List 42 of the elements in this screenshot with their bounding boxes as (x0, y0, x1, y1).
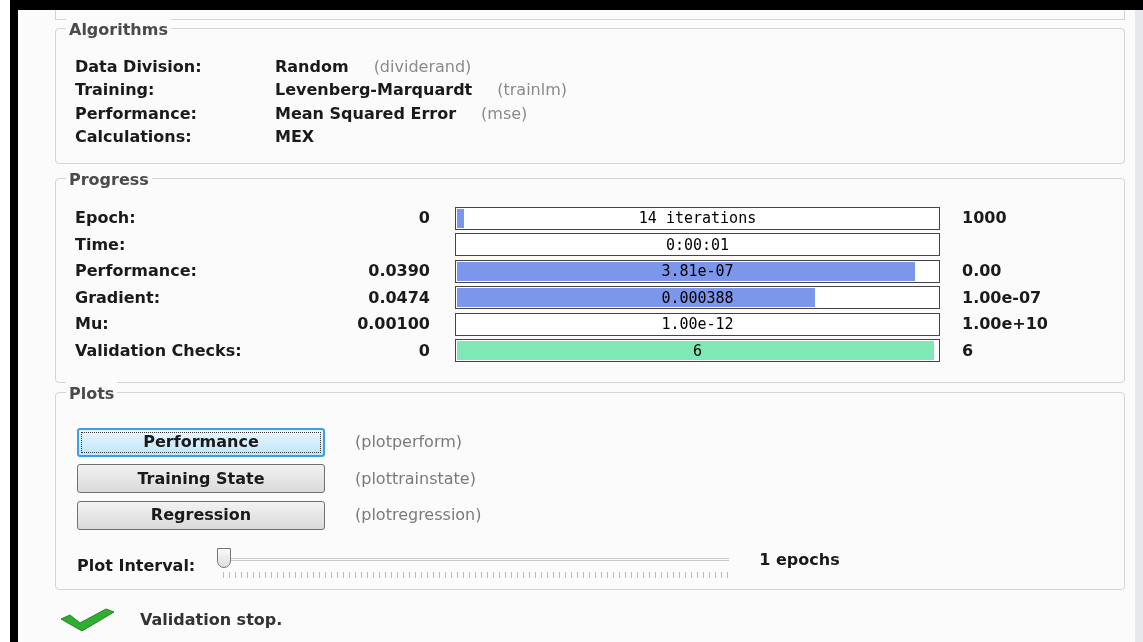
plot-note: (plotregression) (355, 504, 482, 527)
start-value: 0 (417, 339, 430, 362)
field-note: (trainlm) (497, 79, 567, 102)
field-label: Training: (75, 79, 156, 102)
progress-label: Performance: (75, 260, 198, 283)
field-value: Levenberg-Marquardt (275, 79, 473, 102)
start-value: 0.0474 (367, 286, 430, 309)
slider-thumb[interactable] (217, 547, 232, 568)
field-label: Data Division: (75, 55, 203, 78)
progress-label: Validation Checks: (75, 339, 243, 362)
start-value: 0.0390 (367, 260, 430, 283)
progress-reading: 14 iterations (638, 208, 757, 229)
field-value: MEX (275, 126, 315, 149)
plot-note: (plottrainstate) (355, 467, 476, 490)
interval-reading: 1 epochs (759, 548, 840, 571)
progress-reading: 3.81e-07 (661, 261, 734, 282)
progress-reading: 6 (693, 340, 702, 362)
checkmark-icon (60, 608, 115, 632)
plot-button[interactable]: Performance (77, 427, 325, 457)
plot-button[interactable]: Training State (77, 464, 325, 494)
progress-reading: 0.000388 (661, 287, 734, 309)
status-message: Validation stop. (140, 609, 283, 631)
end-value: 1.00e-07 (962, 286, 1042, 309)
field-note: (mse) (481, 102, 528, 125)
start-value: 0.00100 (356, 313, 430, 336)
progress-label: Time: (75, 233, 127, 256)
field-note: (dividerand) (373, 55, 472, 78)
progress-label: Gradient: (75, 286, 162, 309)
progress-label: Epoch: (75, 207, 137, 230)
field-label: Performance: (75, 102, 198, 125)
end-value: 0.00 (962, 260, 1002, 283)
plot-button[interactable]: Regression (77, 500, 325, 530)
field-label: Calculations: (75, 126, 193, 149)
field-value: Mean Squared Error (275, 102, 457, 125)
end-value: 1.00e+10 (962, 313, 1048, 336)
progress-label: Mu: (75, 313, 110, 336)
plot-note: (plotperform) (355, 431, 463, 454)
interval-label: Plot Interval: (77, 554, 196, 577)
field-value: Random (275, 55, 349, 78)
start-value: 0 (417, 207, 430, 230)
end-value: 6 (962, 339, 974, 362)
end-value: 1000 (962, 207, 1007, 230)
